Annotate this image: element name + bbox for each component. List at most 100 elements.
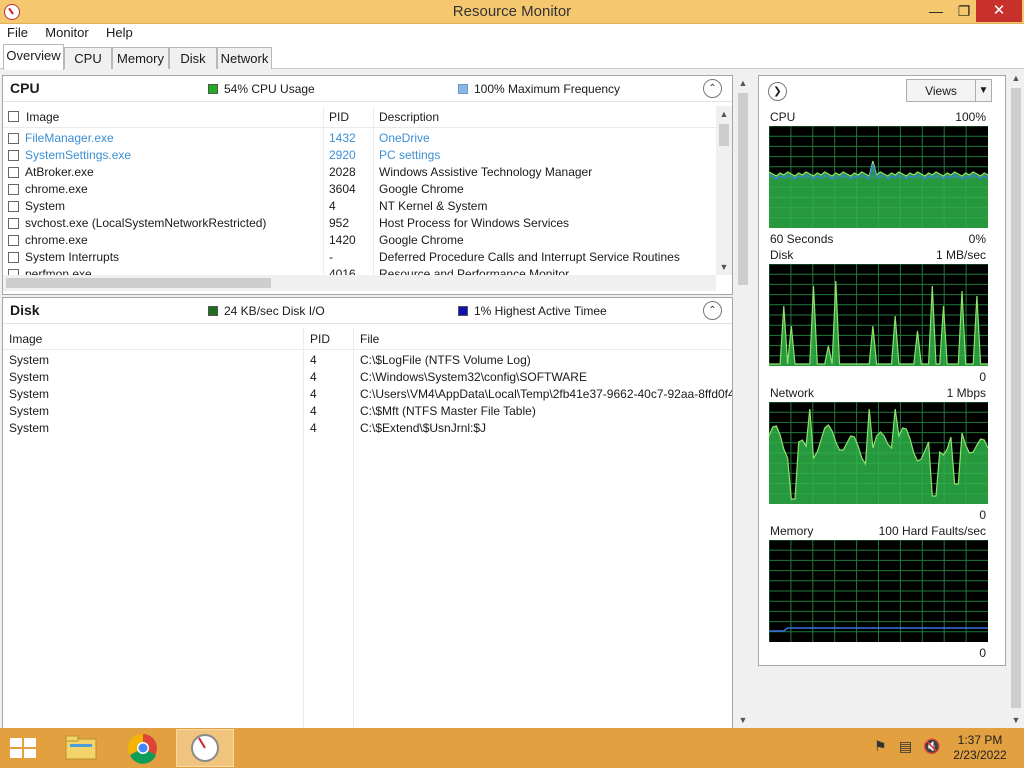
cell-file: C:\$Mft (NTFS Master File Table) (360, 404, 536, 418)
col-pid[interactable]: PID (310, 332, 330, 346)
cell-image: SystemSettings.exe (25, 148, 132, 162)
cell-image: System (9, 404, 50, 418)
menu-help[interactable]: Help (98, 24, 139, 42)
speaker-muted-icon[interactable]: 🔇 (923, 738, 940, 755)
scroll-up-icon[interactable]: ▲ (735, 75, 751, 91)
table-row[interactable]: System 4 C:\Windows\System32\config\SOFTWA… (3, 369, 732, 386)
disk-panel-header[interactable]: Disk 24 KB/sec Disk I/O 1% Highest Activ… (3, 298, 732, 324)
cell-pid: 3604 (329, 182, 356, 196)
file-explorer-icon[interactable] (52, 729, 110, 767)
row-checkbox[interactable] (8, 133, 19, 144)
disk-graph-min: 0 (979, 370, 986, 384)
cell-description: NT Kernel & System (379, 199, 488, 213)
chevron-right-icon[interactable]: ❯ (768, 82, 787, 101)
row-checkbox[interactable] (8, 201, 19, 212)
disk-graph (769, 264, 988, 366)
scroll-up-icon[interactable]: ▲ (716, 106, 732, 122)
windows-logo-icon[interactable] (10, 738, 40, 760)
main-vertical-scrollbar[interactable]: ▲ ▼ (735, 75, 751, 728)
graph-pane-scrollbar[interactable]: ▲ ▼ (1008, 70, 1024, 728)
disk-graph-max: 1 MB/sec (935, 248, 986, 262)
scroll-down-icon[interactable]: ▼ (1008, 712, 1024, 728)
scroll-down-icon[interactable]: ▼ (735, 712, 751, 728)
table-row[interactable]: System 4 C:\$Mft (NTFS Master File Table) (3, 403, 732, 420)
menu-file[interactable]: File (0, 24, 34, 42)
memory-graph (769, 540, 988, 642)
chrome-icon[interactable] (114, 729, 172, 767)
graph-pane: ❯ Views ▼ CPU 100% 60 Seconds 0% Disk 1 … (758, 75, 1006, 666)
views-dropdown[interactable]: Views ▼ (906, 79, 992, 102)
disk-graph-label: Disk (770, 248, 794, 262)
table-row[interactable]: perfmon.exe 4016 Resource and Performance … (3, 266, 715, 275)
cell-description: Deferred Procedure Calls and Interrupt S… (379, 250, 680, 264)
col-file[interactable]: File (360, 332, 379, 346)
tab-overview[interactable]: Overview (3, 44, 64, 70)
table-row[interactable]: System 4 C:\$LogFile (NTFS Volume Log) (3, 352, 732, 369)
tab-network[interactable]: Network (217, 47, 272, 69)
disk-io-stat: 24 KB/sec Disk I/O (208, 304, 325, 318)
cell-pid: 4 (310, 421, 317, 435)
network-graph-max: 1 Mbps (946, 386, 986, 400)
table-row[interactable]: System Interrupts - Deferred Procedure Cal… (3, 249, 715, 266)
system-clock[interactable]: 1:37 PM 2/23/2022 (946, 733, 1014, 763)
table-row[interactable]: System 4 C:\Users\VM4\AppData\Local\Temp\2… (3, 386, 732, 403)
cell-image: AtBroker.exe (25, 165, 94, 179)
cpu-graph-time: 60 Seconds (770, 232, 834, 246)
scroll-thumb[interactable] (719, 124, 729, 146)
table-row[interactable]: chrome.exe 3604 Google Chrome (3, 181, 715, 198)
cell-pid: 4016 (329, 267, 356, 275)
chevron-up-icon[interactable]: ⌃ (703, 301, 722, 320)
table-row[interactable]: svchost.exe (LocalSystemNetworkRestricte… (3, 215, 715, 232)
cell-pid: 1432 (329, 131, 356, 145)
cell-description: Google Chrome (379, 182, 464, 196)
row-checkbox[interactable] (8, 235, 19, 246)
row-checkbox[interactable] (8, 184, 19, 195)
table-row[interactable]: System 4 NT Kernel & System (3, 198, 715, 215)
cpu-vertical-scrollbar[interactable]: ▲ ▼ (716, 106, 732, 275)
table-row[interactable]: chrome.exe 1420 Google Chrome (3, 232, 715, 249)
table-row[interactable]: AtBroker.exe 2028 Windows Assistive Techno… (3, 164, 715, 181)
cell-description: Windows Assistive Technology Manager (379, 165, 593, 179)
memory-graph-min: 0 (979, 646, 986, 660)
scroll-down-icon[interactable]: ▼ (716, 259, 732, 275)
maximize-button[interactable]: ❐ (950, 0, 978, 22)
cell-image: chrome.exe (25, 182, 88, 196)
cell-description: Host Process for Windows Services (379, 216, 570, 230)
cell-image: chrome.exe (25, 233, 88, 247)
close-button[interactable]: ✕ (976, 0, 1022, 22)
cell-image: System (9, 421, 50, 435)
title-bar: Resource Monitor — ❐ ✕ (0, 0, 1024, 24)
table-row[interactable]: FileManager.exe 1432 OneDrive (3, 130, 715, 147)
cpu-horizontal-scrollbar[interactable] (3, 275, 716, 291)
cell-pid: 1420 (329, 233, 356, 247)
table-row[interactable]: System 4 C:\$Extend\$UsnJrnl:$J (3, 420, 732, 437)
row-checkbox[interactable] (8, 218, 19, 229)
tab-memory[interactable]: Memory (112, 47, 169, 69)
col-image[interactable]: Image (9, 332, 42, 346)
scroll-thumb[interactable] (738, 93, 748, 285)
disk-panel-title: Disk (10, 302, 40, 318)
scroll-thumb[interactable] (6, 278, 271, 288)
window-title: Resource Monitor (452, 3, 572, 20)
cell-description: OneDrive (379, 131, 430, 145)
row-checkbox[interactable] (8, 150, 19, 161)
flag-icon[interactable]: ⚑ (874, 738, 887, 755)
cell-image: perfmon.exe (25, 267, 92, 275)
row-checkbox[interactable] (8, 252, 19, 263)
scroll-thumb[interactable] (1011, 88, 1021, 708)
scroll-up-icon[interactable]: ▲ (1008, 70, 1024, 86)
tab-disk[interactable]: Disk (169, 47, 217, 69)
cpu-graph-label: CPU (770, 110, 796, 124)
cpu-graph (769, 126, 988, 228)
resource-monitor-icon[interactable] (176, 729, 234, 767)
network-icon[interactable]: ▤ (899, 738, 912, 755)
table-row[interactable]: SystemSettings.exe 2920 PC settings (3, 147, 715, 164)
cell-pid: 4 (310, 353, 317, 367)
triangle-down-icon[interactable]: ▼ (975, 80, 991, 101)
row-checkbox[interactable] (8, 167, 19, 178)
disk-active-swatch (458, 306, 468, 316)
memory-graph-label: Memory (770, 524, 814, 538)
minimize-button[interactable]: — (922, 0, 950, 22)
tab-cpu[interactable]: CPU (64, 47, 112, 69)
menu-monitor[interactable]: Monitor (37, 24, 94, 42)
